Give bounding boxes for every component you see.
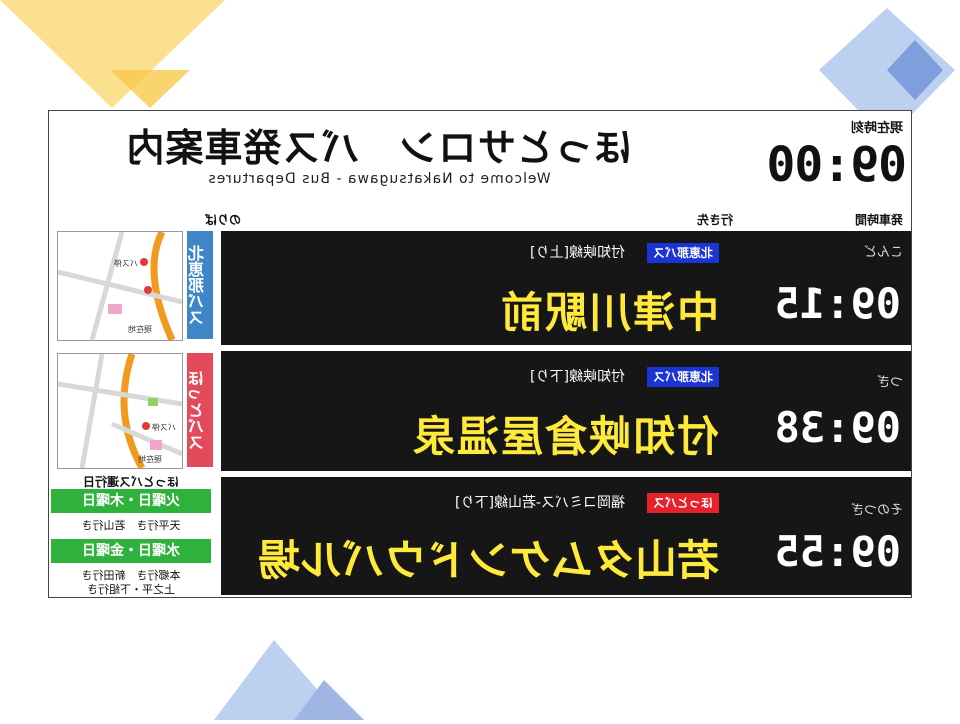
departure-row: そのつぎ 09:55 ほっとバス 福岡コミバス-若山線[下り] 若山タムケンドウ… [221, 477, 911, 595]
decor-yellow-triangle [0, 0, 230, 114]
departure-time: 09:55 [774, 527, 901, 576]
departure-order: そのつぎ [850, 503, 903, 518]
svg-text:現在地: 現在地 [128, 324, 152, 334]
operator-badge: ほっとバス [646, 493, 719, 513]
column-header-departure: 発車時間 [854, 213, 903, 227]
route-tag-kitaena: 北恵那バス [187, 231, 213, 339]
departure-time: 09:38 [774, 403, 901, 452]
line-name: 福岡コミバス-若山線[下り] [455, 495, 625, 511]
svg-text:バス停: バス停 [152, 422, 176, 432]
column-header-route-map: のりば [204, 213, 241, 227]
svg-text:バス停: バス停 [114, 258, 138, 268]
bus-stop-icon [140, 258, 148, 266]
route-map-hotbus: バス停 現在地 [57, 353, 183, 469]
service-days-group-1: 火曜日・木曜日 [51, 489, 211, 513]
line-name: 付知峡線[上り] [530, 245, 625, 261]
departure-row: こんど 09:15 北恵那バス 付知峡線[上り] 中津川駅前 [221, 231, 911, 345]
service-destinations: 天平行き 若山行き [81, 519, 181, 532]
column-header-destination: 行き先 [696, 213, 733, 227]
departure-row: つぎ 09:38 北恵那バス 付知峡線[下り] 付知峡倉屋温泉 [221, 351, 911, 471]
current-time: 09:00 [767, 137, 908, 193]
page-subtitle: Welcome to Nakatsugawa - Bus Departures [207, 171, 551, 187]
route-tag-hotbus: ほっとバス [187, 353, 213, 467]
operator-badge: 北恵那バス [646, 367, 719, 387]
route-map-kitaena: バス停 現在地 [57, 231, 183, 341]
departure-order: つぎ [876, 375, 903, 390]
decor-blue-triangle-bottom [214, 640, 374, 724]
bus-stop-icon [144, 286, 152, 294]
departure-time: 09:15 [774, 279, 901, 328]
bus-departure-board: 現在時刻 09:00 ほっとサロン バス発車案内 Welcome to Naka… [48, 110, 912, 598]
departure-order: こんど [864, 245, 903, 260]
destination-name: 中津川駅前 [498, 288, 719, 337]
destination-name: 付知峡倉屋温泉 [410, 412, 719, 461]
destination-name: 若山タムケンドウバル場 [258, 536, 719, 585]
board-content-mirrored: 現在時刻 09:00 ほっとサロン バス発車案内 Welcome to Naka… [49, 111, 911, 597]
service-days-title: ほっとバス運行日 [83, 475, 180, 489]
clock-label: 現在時刻 [850, 121, 903, 136]
service-days-group-2: 水曜日・金曜日 [51, 539, 211, 563]
bus-stop-icon [142, 422, 150, 430]
service-destinations: 上之平・下組行き [87, 583, 175, 596]
line-name: 付知峡線[下り] [530, 369, 625, 385]
operator-badge: 北恵那バス [646, 243, 719, 263]
page-title: ほっとサロン バス発車案内 [125, 126, 633, 170]
svg-text:現在地: 現在地 [138, 454, 162, 464]
